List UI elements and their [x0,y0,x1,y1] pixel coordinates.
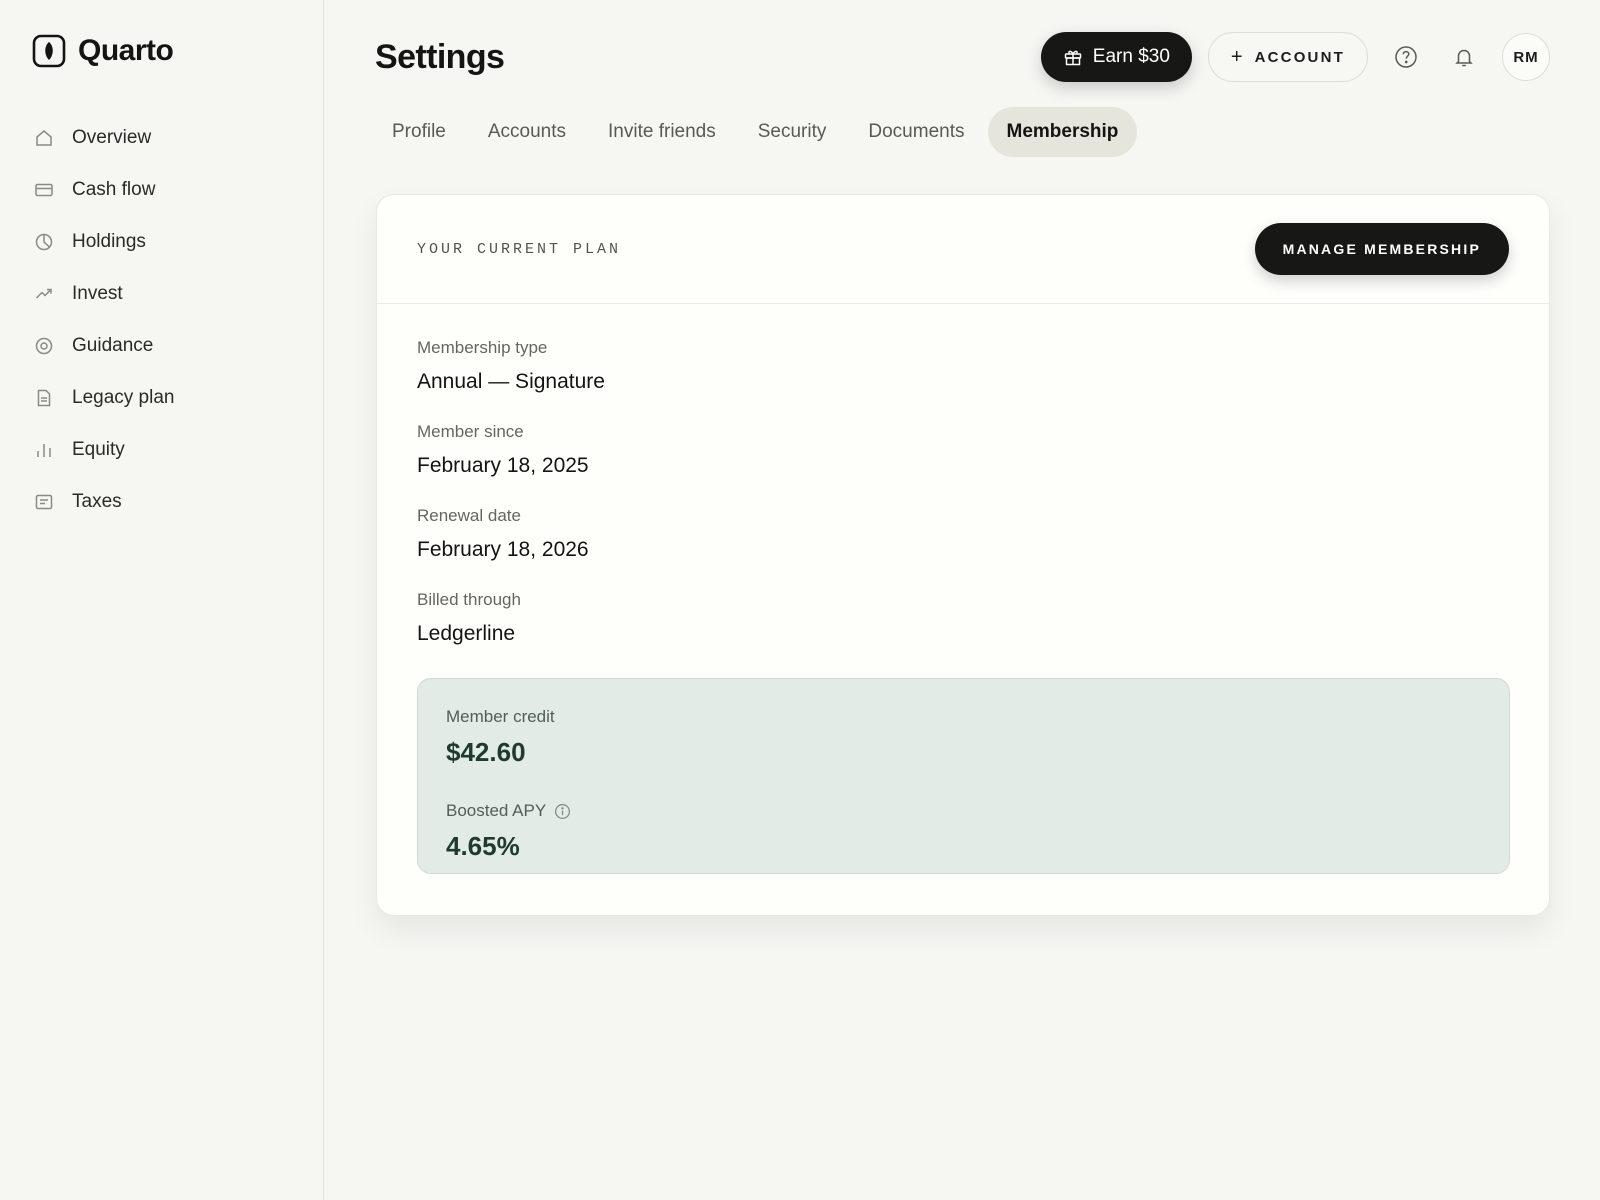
member-credit-value: $42.60 [446,737,526,767]
sidebar-item-legacy-plan[interactable]: Legacy plan [0,372,324,424]
sidebar-item-overview[interactable]: Overview [0,112,324,164]
tab-membership[interactable]: Membership [987,107,1138,157]
field-label: Renewal date [417,506,521,525]
quarto-logo-icon [32,34,66,68]
boosted-apy-label: Boosted APY [446,801,547,820]
current-plan-card: YOUR CURRENT PLAN MANAGE MEMBERSHIP Memb… [376,194,1550,916]
help-icon [1394,45,1418,69]
sidebar-item-taxes[interactable]: Taxes [0,476,324,528]
sidebar-item-label: Overview [72,127,152,148]
manage-membership-button[interactable]: MANAGE MEMBERSHIP [1254,223,1509,275]
member-since-field: Member since February 18, 2025 [417,422,605,506]
sidebar-item-label: Holdings [72,231,146,252]
earn-label: Earn $30 [1092,46,1170,67]
target-icon [34,336,54,356]
help-button[interactable] [1384,35,1428,79]
tab-profile[interactable]: Profile [373,107,465,157]
card-icon [34,180,54,200]
field-value: February 18, 2026 [417,538,589,561]
pie-icon [34,232,54,252]
sidebar-item-holdings[interactable]: Holdings [0,216,324,268]
tab-accounts[interactable]: Accounts [469,107,585,157]
card-header: YOUR CURRENT PLAN MANAGE MEMBERSHIP [377,195,1549,304]
field-label: Member since [417,422,524,441]
page-title: Settings [375,38,505,76]
receipt-icon [34,492,54,512]
info-icon[interactable] [554,803,571,820]
avatar[interactable]: RM [1502,33,1550,81]
sidebar-item-invest[interactable]: Invest [0,268,324,320]
sidebar-item-label: Legacy plan [72,387,175,408]
notifications-button[interactable] [1442,35,1486,79]
plus-icon: + [1230,45,1243,68]
sidebar-item-guidance[interactable]: Guidance [0,320,324,372]
document-icon [34,388,54,408]
boosted-apy-value: 4.65% [446,831,520,861]
field-value: Ledgerline [417,622,516,645]
sidebar-nav: Overview Cash flow Holdings Invest Guida… [0,112,324,528]
add-account-button[interactable]: + ACCOUNT [1207,32,1368,82]
sidebar-item-label: Equity [72,439,125,460]
member-credit-panel: Member credit $42.60 Boosted APY 4.65% [417,678,1510,874]
tab-security[interactable]: Security [739,107,846,157]
main-content: Settings Earn $30 + ACCOUNT RM Profile A… [324,0,1600,1200]
tab-invite-friends[interactable]: Invite friends [589,107,735,157]
billed-through-field: Billed through Ledgerline [417,590,605,674]
boosted-apy-row: Boosted APY [446,799,571,823]
tab-documents[interactable]: Documents [849,107,983,157]
trend-icon [34,284,54,304]
sidebar-item-cash-flow[interactable]: Cash flow [0,164,324,216]
account-label: ACCOUNT [1254,48,1345,66]
field-label: Billed through [417,590,521,609]
field-value: Annual — Signature [417,370,605,393]
earn-referral-button[interactable]: Earn $30 [1040,32,1192,82]
top-actions: Earn $30 + ACCOUNT RM [1040,32,1550,82]
membership-type-field: Membership type Annual — Signature [417,338,605,422]
member-credit-label: Member credit [446,707,555,726]
field-label: Membership type [417,338,548,357]
field-value: February 18, 2025 [417,454,589,477]
home-icon [34,128,54,148]
renewal-date-field: Renewal date February 18, 2026 [417,506,605,590]
sidebar-item-label: Cash flow [72,179,156,200]
sidebar-item-equity[interactable]: Equity [0,424,324,476]
sidebar: Quarto Overview Cash flow Holdings Inves… [0,0,324,1200]
brand-name: Quarto [78,34,174,67]
section-label: YOUR CURRENT PLAN [417,241,622,258]
brand[interactable]: Quarto [32,34,174,68]
sidebar-item-label: Guidance [72,335,154,356]
settings-tabs: Profile Accounts Invite friends Security… [373,107,1138,157]
bell-icon [1452,45,1476,69]
sidebar-item-label: Taxes [72,491,122,512]
sidebar-item-label: Invest [72,283,123,304]
gift-icon [1063,47,1083,67]
plan-details: Membership type Annual — Signature Membe… [417,338,605,674]
bars-icon [34,440,54,460]
